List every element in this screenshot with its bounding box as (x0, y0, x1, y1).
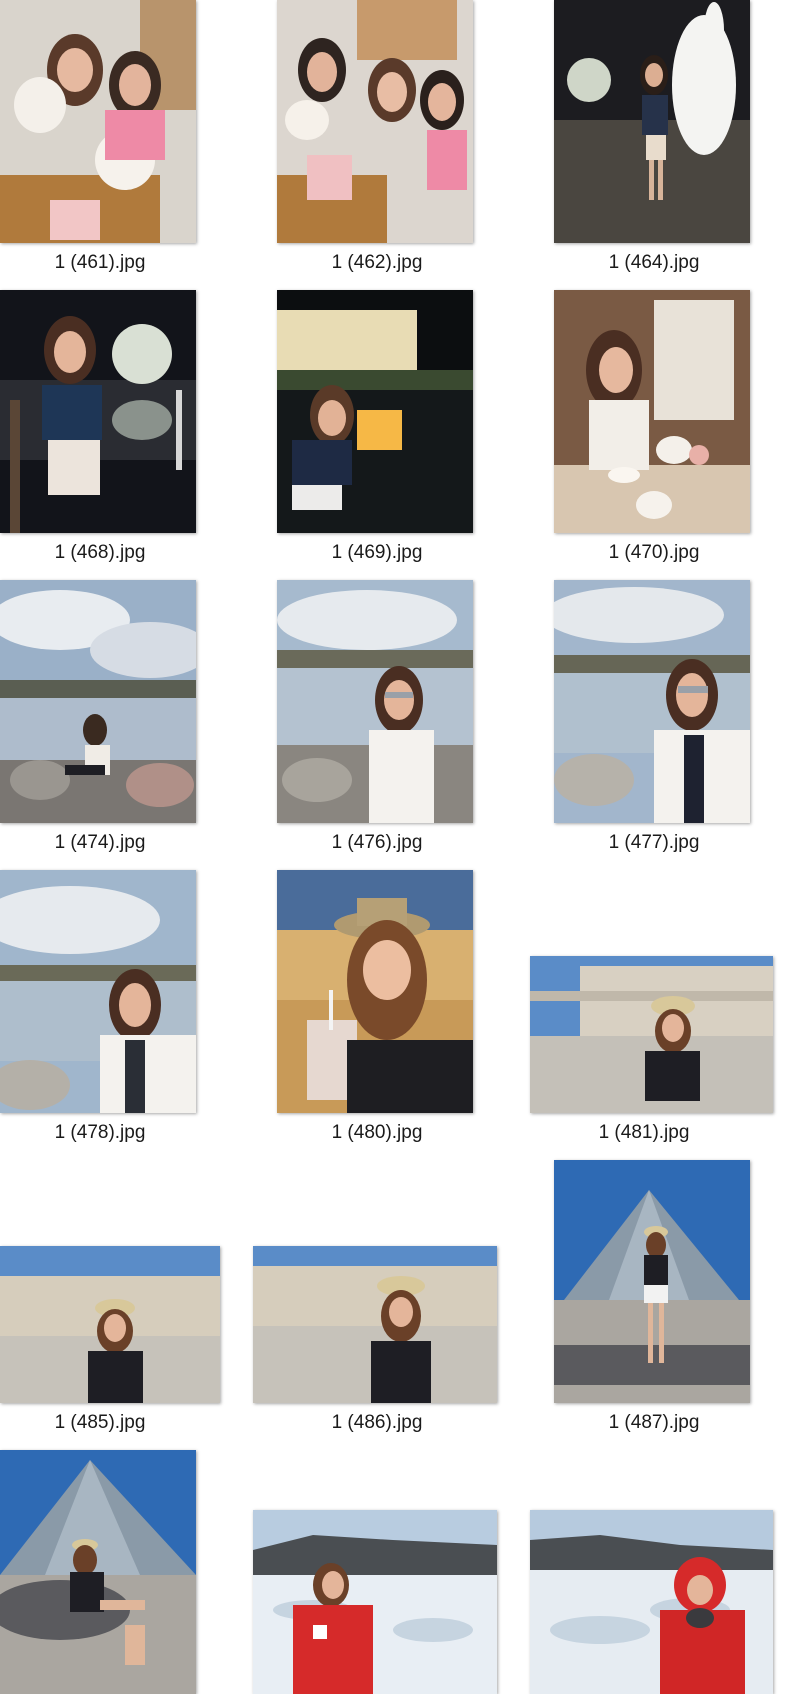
file-name-label: 1 (470).jpg (608, 542, 700, 563)
file-name-label: 1 (481).jpg (598, 1122, 690, 1143)
file-name-label: 1 (480).jpg (331, 1122, 423, 1143)
image-thumbnail[interactable] (554, 0, 750, 243)
file-item[interactable] (253, 1510, 499, 1694)
file-item[interactable]: 1 (486).jpg (253, 1246, 499, 1440)
image-thumbnail[interactable] (0, 1246, 220, 1403)
file-name-label: 1 (476).jpg (331, 832, 423, 853)
image-thumbnail[interactable] (530, 956, 773, 1113)
file-item[interactable] (530, 1510, 774, 1694)
file-name-label: 1 (486).jpg (331, 1412, 423, 1433)
image-thumbnail[interactable] (530, 1510, 773, 1694)
image-thumbnail[interactable] (277, 290, 473, 533)
file-item[interactable]: 1 (480).jpg (277, 870, 477, 1150)
image-thumbnail[interactable] (277, 0, 473, 243)
file-item[interactable]: 1 (468).jpg (0, 290, 200, 570)
image-thumbnail[interactable] (0, 580, 196, 823)
file-item[interactable]: 1 (469).jpg (277, 290, 477, 570)
file-item[interactable] (0, 1450, 200, 1694)
file-item[interactable]: 1 (477).jpg (554, 580, 754, 860)
file-item[interactable]: 1 (464).jpg (554, 0, 754, 280)
file-item[interactable]: 1 (462).jpg (277, 0, 477, 280)
image-thumbnail[interactable] (277, 580, 473, 823)
file-name-label: 1 (468).jpg (54, 542, 146, 563)
image-thumbnail[interactable] (253, 1246, 497, 1403)
image-thumbnail[interactable] (0, 290, 196, 533)
file-name-label: 1 (474).jpg (54, 832, 146, 853)
file-name-label: 1 (478).jpg (54, 1122, 146, 1143)
image-thumbnail[interactable] (554, 580, 750, 823)
image-thumbnail[interactable] (253, 1510, 497, 1694)
image-thumbnail[interactable] (0, 870, 196, 1113)
file-item[interactable]: 1 (478).jpg (0, 870, 200, 1150)
file-item[interactable]: 1 (487).jpg (554, 1160, 754, 1440)
file-item[interactable]: 1 (481).jpg (530, 956, 774, 1150)
file-name-label: 1 (487).jpg (608, 1412, 700, 1433)
image-thumbnail[interactable] (277, 870, 473, 1113)
image-thumbnail[interactable] (554, 1160, 750, 1403)
file-item[interactable]: 1 (485).jpg (0, 1246, 222, 1440)
image-thumbnail[interactable] (0, 0, 196, 243)
file-item[interactable]: 1 (476).jpg (277, 580, 477, 860)
file-name-label: 1 (477).jpg (608, 832, 700, 853)
file-item[interactable]: 1 (461).jpg (0, 0, 200, 280)
file-thumbnail-grid: 1 (461).jpg 1 (462).jpg 1 (464).jpg 1 (4… (0, 0, 786, 1694)
file-item[interactable]: 1 (470).jpg (554, 290, 754, 570)
file-name-label: 1 (464).jpg (608, 252, 700, 273)
file-item[interactable]: 1 (474).jpg (0, 580, 200, 860)
file-name-label: 1 (462).jpg (331, 252, 423, 273)
file-name-label: 1 (485).jpg (54, 1412, 146, 1433)
file-name-label: 1 (469).jpg (331, 542, 423, 563)
image-thumbnail[interactable] (0, 1450, 196, 1694)
image-thumbnail[interactable] (554, 290, 750, 533)
file-name-label: 1 (461).jpg (54, 252, 146, 273)
